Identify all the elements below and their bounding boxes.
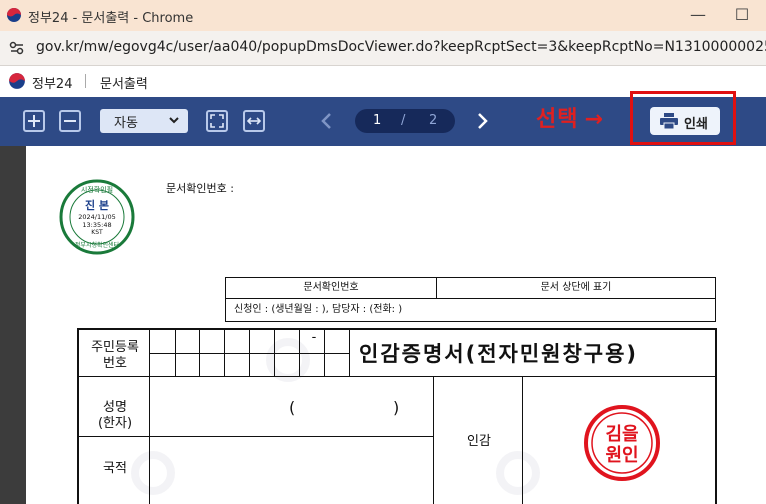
current-page: 1 (373, 113, 382, 128)
name-label-2: (한자) (97, 416, 133, 431)
gov24-logo-icon (7, 8, 21, 22)
seal-date: 2024/11/05 (78, 213, 115, 221)
stamp-text-1: 김을 (605, 424, 638, 445)
seal-top-text: 시정확인필 (81, 185, 113, 194)
seal-timezone: KST (91, 229, 103, 236)
zoom-value: 자동 (114, 116, 138, 131)
stamp-text-2: 원인 (605, 445, 638, 466)
prev-page-icon[interactable] (320, 111, 334, 131)
name-paren-open: ( (289, 398, 296, 417)
header-divider (85, 74, 86, 88)
confirmation-number-label: 문서확인번호 : (166, 182, 234, 195)
zoom-in-button[interactable] (23, 110, 45, 132)
grid-line (149, 376, 150, 504)
total-pages: 2 (429, 113, 438, 128)
document-info-table: 문서확인번호 문서 상단에 표기 신청인 : (생년월일 : ), 담당자 : … (225, 277, 716, 322)
seal-certificate-form: 인감증명서(전자민원창구용) 주민등록 번호 - 성명 (한자) ( ) 국적 … (77, 328, 717, 504)
seal-time: 13:35:48 (82, 221, 111, 229)
url-text[interactable]: gov.kr/mw/egovg4c/user/aa040/popupDmsDoc… (36, 39, 766, 55)
info-table-header-row: 문서확인번호 문서 상단에 표기 (226, 278, 715, 299)
select-annotation-text: 선택 (536, 107, 579, 132)
seal-bottom-text: 정부시청확인센터 (75, 241, 119, 249)
print-button[interactable]: 인쇄 (650, 107, 720, 135)
arrow-right-icon: → (584, 107, 604, 132)
address-bar: gov.kr/mw/egovg4c/user/aa040/popupDmsDoc… (0, 31, 766, 66)
viewer-gutter (0, 146, 26, 504)
minus-icon (64, 120, 76, 122)
zoom-select[interactable]: 자동 (100, 109, 188, 133)
print-label: 인쇄 (684, 117, 708, 132)
grid-line (433, 376, 434, 504)
document-page: 시정확인필 진 본 2024/11/05 13:35:48 KST 정부시청확인… (26, 146, 766, 504)
page-title: 문서출력 (100, 77, 148, 92)
fit-width-icon (246, 117, 262, 125)
printer-icon (660, 113, 678, 129)
fit-page-button[interactable] (206, 110, 228, 132)
window-title: 정부24 - 문서출력 - Chrome (28, 11, 194, 26)
name-paren-close: ) (393, 398, 400, 417)
site-settings-icon[interactable] (9, 40, 25, 56)
grid-line (349, 330, 350, 376)
applicant-info-row: 신청인 : (생년월일 : ), 담당자 : (전화: ) (234, 304, 403, 315)
page-separator: / (401, 113, 406, 128)
nationality-label: 국적 (103, 461, 127, 476)
window-titlebar: 정부24 - 문서출력 - Chrome — ☐ (0, 0, 766, 31)
personal-seal-stamp: 김을 원인 (584, 405, 660, 481)
grid-line (79, 436, 433, 437)
brand-name[interactable]: 정부24 (32, 73, 72, 92)
seal-main-text: 진 본 (85, 198, 109, 212)
info-left-header: 문서확인번호 (226, 278, 437, 298)
minimize-button[interactable]: — (686, 4, 710, 26)
resident-number-label-2: 번호 (103, 356, 127, 371)
info-right-header: 문서 상단에 표기 (540, 282, 612, 293)
resident-number-dash: - (311, 330, 317, 345)
certificate-title: 인감증명서(전자민원창구용) (359, 342, 639, 366)
grid-line (522, 376, 523, 504)
maximize-button[interactable]: ☐ (730, 4, 754, 26)
verification-seal: 시정확인필 진 본 2024/11/05 13:35:48 KST 정부시청확인… (59, 179, 135, 255)
page-indicator[interactable]: 1 / 2 (355, 109, 455, 133)
fit-width-button[interactable] (243, 110, 265, 132)
chevron-down-icon (169, 117, 179, 124)
grid-line (149, 353, 349, 354)
grid-line (79, 376, 715, 377)
gov24-logo-icon (9, 73, 25, 89)
seal-label: 인감 (467, 434, 491, 449)
plus-icon (28, 115, 40, 127)
fit-page-icon (210, 114, 224, 128)
zoom-out-button[interactable] (59, 110, 81, 132)
next-page-icon[interactable] (475, 111, 489, 131)
select-annotation: 선택 → (536, 101, 604, 133)
